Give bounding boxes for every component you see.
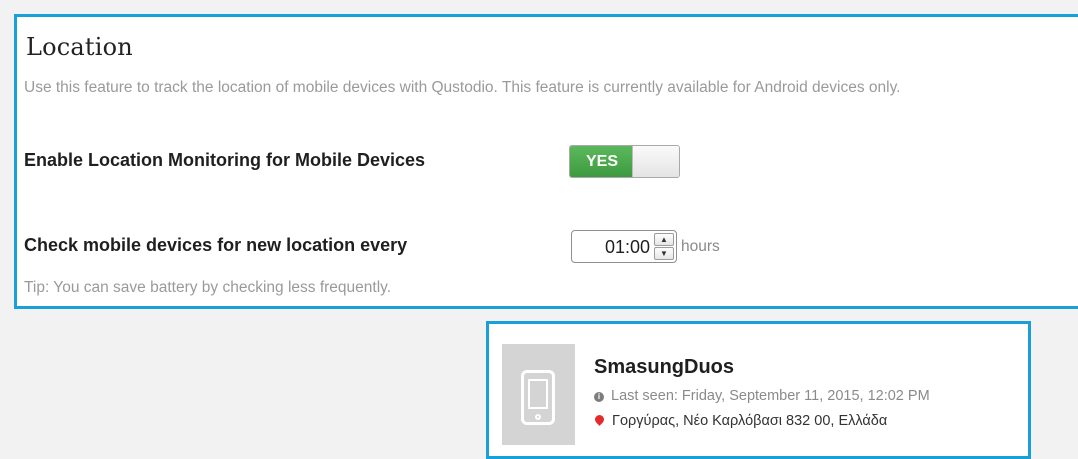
location-settings-panel: Location Use this feature to track the l… xyxy=(14,14,1078,309)
device-location: Γοργύρας, Νέο Καρλόβασι 832 00, Ελλάδα xyxy=(593,413,888,429)
device-card: SmasungDuos i Last seen: Friday, Septembe… xyxy=(486,321,1031,459)
device-name: SmasungDuos xyxy=(594,356,735,378)
toggle-knob[interactable] xyxy=(632,146,679,177)
battery-tip: Tip: You can save battery by checking le… xyxy=(24,279,392,296)
enable-location-label: Enable Location Monitoring for Mobile De… xyxy=(24,150,426,170)
frequency-unit: hours xyxy=(681,238,720,255)
map-pin-icon xyxy=(593,413,606,426)
check-frequency-label: Check mobile devices for new location ev… xyxy=(24,235,408,255)
section-description: Use this feature to track the location o… xyxy=(24,79,901,96)
last-seen: i Last seen: Friday, September 11, 2015, … xyxy=(594,388,930,404)
chevron-up-icon[interactable]: ▲ xyxy=(654,233,674,246)
frequency-value[interactable]: 01:00 xyxy=(605,237,650,258)
chevron-down-icon[interactable]: ▼ xyxy=(654,247,674,260)
section-title: Location xyxy=(26,33,133,61)
device-address: Γοργύρας, Νέο Καρλόβασι 832 00, Ελλάδα xyxy=(612,413,888,429)
last-seen-text: Last seen: Friday, September 11, 2015, 1… xyxy=(611,388,930,404)
frequency-stepper[interactable]: 01:00 ▲ ▼ xyxy=(571,230,677,263)
toggle-on-label: YES xyxy=(570,146,634,177)
info-icon: i xyxy=(594,392,604,402)
location-monitoring-toggle[interactable]: YES xyxy=(569,145,680,178)
device-thumbnail xyxy=(502,344,575,445)
phone-icon xyxy=(521,370,555,425)
